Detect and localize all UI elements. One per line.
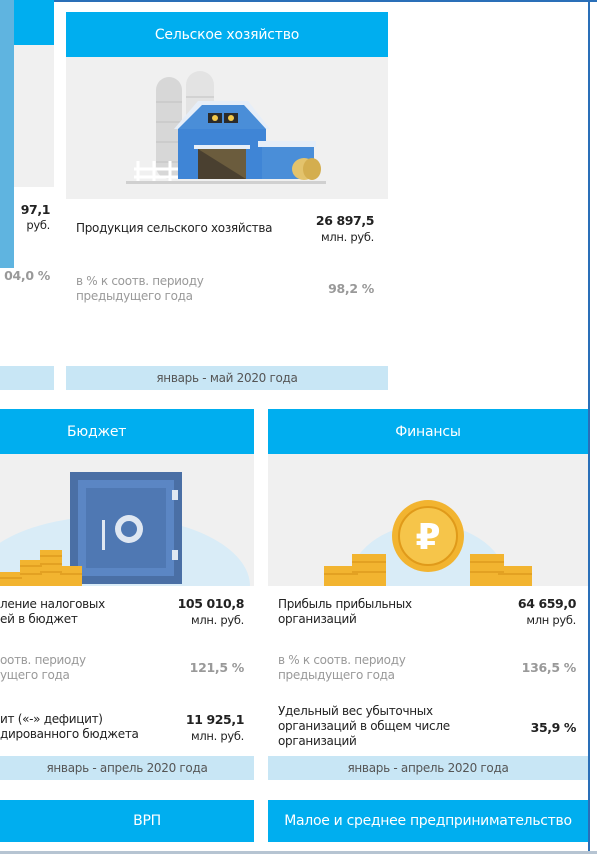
grp-card-label: ВРП (133, 813, 161, 829)
barn-icon (66, 57, 388, 199)
finance-profit-unit: млн руб. (526, 613, 576, 627)
finance-percent-label: в % к соотв. периоду предыдущего года (278, 653, 406, 682)
finance-card[interactable]: Финансы ₽ Прибыль прибыльных организаций… (268, 409, 588, 780)
window-top-border (0, 0, 597, 2)
budget-card-title[interactable]: Бюджет (0, 409, 254, 454)
budget-deficit-unit: млн. руб. (190, 729, 244, 743)
side-panel-strip (0, 0, 14, 268)
agriculture-percent-label: в % к соотв. периоду предыдущего года (76, 274, 204, 303)
budget-tax-unit: млн. руб. (190, 613, 244, 627)
budget-card-body: ление налоговых ей в бюджет 105 010,8 мл… (0, 586, 254, 756)
finance-loss-share-label: Удельный вес убыточных организаций в общ… (278, 704, 450, 748)
sme-card-label: Малое и среднее предпринимательство (284, 813, 572, 829)
agriculture-production-label: Продукция сельского хозяйства (76, 221, 273, 235)
budget-deficit-label: ит («-» дефицит) дированного бюджета (0, 712, 139, 741)
agriculture-production-unit: млн. руб. (320, 230, 374, 244)
agriculture-production-value: 26 897,5 (315, 213, 374, 228)
agriculture-card-body: Продукция сельского хозяйства 26 897,5 м… (66, 199, 388, 366)
budget-deficit-value: 11 925,1 (185, 712, 244, 727)
sme-card-button[interactable]: Малое и среднее предпринимательство (268, 800, 588, 842)
safe-with-coins-icon (0, 454, 254, 586)
finance-percent-value: 136,5 % (521, 660, 577, 675)
agriculture-card-title[interactable]: Сельское хозяйство (66, 12, 388, 57)
agriculture-period: январь - май 2020 года (66, 366, 388, 390)
left-partial-card-footer (0, 366, 54, 390)
finance-period: январь - апрель 2020 года (268, 756, 588, 780)
budget-percent-label: оотв. периоду ущего года (0, 653, 86, 682)
window-right-border (588, 0, 590, 854)
left-partial-percent: 04,0 % (4, 268, 50, 283)
agriculture-percent-value: 98,2 % (328, 281, 374, 296)
agriculture-card[interactable]: Сельское хозяйство Продукция сельского х… (66, 12, 388, 390)
budget-card[interactable]: Бюджет ление налоговых ей в бюджет 105 0… (0, 409, 254, 780)
budget-period: январь - апрель 2020 года (0, 756, 254, 780)
finance-profit-label: Прибыль прибыльных организаций (278, 597, 412, 626)
finance-card-title[interactable]: Финансы (268, 409, 588, 454)
svg-text:₽: ₽ (415, 517, 440, 558)
ruble-coin-icon: ₽ (268, 454, 588, 586)
budget-tax-value: 105 010,8 (177, 596, 245, 611)
budget-percent-value: 121,5 % (189, 660, 245, 675)
finance-card-body: Прибыль прибыльных организаций 64 659,0 … (268, 586, 588, 756)
finance-profit-value: 64 659,0 (517, 596, 576, 611)
grp-card-button[interactable]: ВРП (0, 800, 254, 842)
finance-loss-share-value: 35,9 % (530, 720, 577, 735)
budget-tax-label: ление налоговых ей в бюджет (0, 597, 105, 626)
